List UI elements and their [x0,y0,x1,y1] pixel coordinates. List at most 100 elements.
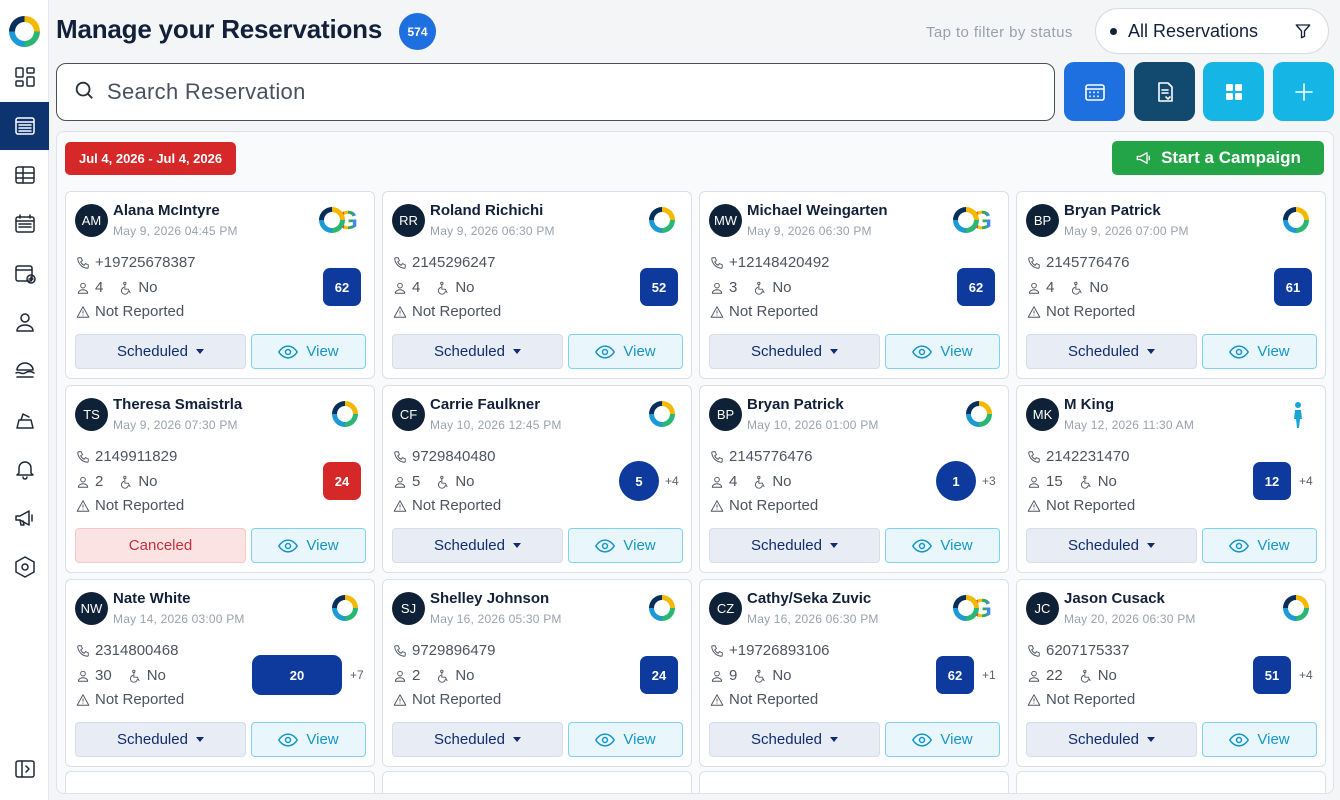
export-report-button[interactable] [1134,62,1195,121]
view-button[interactable]: View [568,334,683,369]
phone-row: 9729896479 [393,642,495,659]
extra-tables-count: +4 [1299,474,1313,488]
sidebar-item-campaigns[interactable] [0,494,49,542]
reservation-card[interactable]: NW Nate White May 14, 2026 03:00 PM 2314800… [65,579,375,767]
accessibility-value: No [772,667,792,684]
sidebar-item-notifications[interactable] [0,445,49,493]
avatar: CF [392,398,425,431]
view-button[interactable]: View [1202,722,1317,757]
guests-icon [394,282,406,294]
phone-icon [711,256,723,269]
warning-icon [393,693,407,706]
add-reservation-button[interactable] [1273,62,1334,121]
reservation-card[interactable]: RR Roland Richichi May 9, 2026 06:30 PM 214… [382,191,692,379]
reservation-card[interactable]: SJ Shelley Johnson May 16, 2026 05:30 PM 97… [382,579,692,767]
service-bell-icon [15,413,34,429]
card-peek [699,771,1009,793]
status-dropdown[interactable]: Scheduled [75,722,246,757]
calendar-view-button[interactable] [1064,62,1125,121]
view-button[interactable]: View [251,528,366,563]
reservation-card[interactable]: MK M King May 12, 2026 11:30 AM 2142231470 1… [1016,385,1326,573]
status-dropdown[interactable]: Scheduled [709,334,880,369]
status-dropdown[interactable]: Scheduled [709,722,880,757]
app-logo[interactable] [9,16,40,47]
sidebar-item-menu[interactable] [0,347,49,395]
sidebar-item-service[interactable] [0,396,49,444]
guest-count: 15 [1046,473,1063,490]
sidebar-item-tables[interactable] [0,151,49,199]
status-dropdown[interactable]: Scheduled [392,528,563,563]
warning-icon [710,499,724,512]
reservation-card[interactable]: BP Bryan Patrick May 10, 2026 01:00 PM 2145… [699,385,1009,573]
phone-row: +19725678387 [76,254,196,271]
table-number-badge: 20 [248,651,346,699]
status-dropdown[interactable]: Scheduled [392,334,563,369]
guests-icon [1028,670,1040,682]
reservation-datetime: May 16, 2026 06:30 PM [747,612,879,626]
party-row: 4 No [1027,279,1109,296]
phone-row: 2145776476 [710,448,812,465]
view-button[interactable]: View [1202,528,1317,563]
guest-name: Shelley Johnson [430,590,550,607]
table-grid-icon [14,166,35,184]
view-button[interactable]: View [885,334,1000,369]
guests-icon [1028,282,1040,294]
report-row: Not Reported [393,691,501,708]
accessibility-value: No [1097,667,1117,684]
accessibility-value: No [772,473,792,490]
sidebar-collapse-button[interactable] [0,745,49,793]
sidebar-item-guests[interactable] [0,298,49,346]
guest-count: 4 [412,279,421,296]
avatar: BP [709,398,742,431]
accessibility-value: No [455,279,475,296]
view-button[interactable]: View [568,722,683,757]
party-row: 2 No [76,473,158,490]
sidebar-item-add-event[interactable] [0,249,49,297]
reservation-card[interactable]: JC Jason Cusack May 20, 2026 06:30 PM 62071… [1016,579,1326,767]
status-dropdown[interactable]: Scheduled [709,528,880,563]
reservation-datetime: May 9, 2026 07:00 PM [1064,224,1189,238]
reservation-card[interactable]: MW Michael Weingarten May 9, 2026 06:30 PM… [699,191,1009,379]
search-input[interactable] [107,79,1007,105]
wheelchair-icon [1080,475,1091,489]
status-filter-dropdown[interactable]: All Reservations [1095,8,1329,54]
report-row: Not Reported [710,303,818,320]
view-button[interactable]: View [251,334,366,369]
reservation-card[interactable]: TS Theresa Smaistrla May 9, 2026 07:30 PM 2… [65,385,375,573]
view-button[interactable]: View [885,722,1000,757]
reservation-card[interactable]: BP Bryan Patrick May 9, 2026 07:00 PM 21457… [1016,191,1326,379]
reservations-list-icon [14,117,35,135]
app-source-icon [649,401,675,427]
status-dropdown[interactable]: Canceled [75,528,246,563]
view-button[interactable]: View [885,528,1000,563]
status-dropdown[interactable]: Scheduled [75,334,246,369]
reservation-datetime: May 9, 2026 04:45 PM [113,224,238,238]
warning-icon [1027,499,1041,512]
view-button[interactable]: View [1202,334,1317,369]
status-dropdown[interactable]: Scheduled [392,722,563,757]
guest-count: 3 [729,279,738,296]
grid-view-button[interactable] [1203,62,1264,121]
reservation-datetime: May 12, 2026 11:30 AM [1064,418,1195,432]
date-range-chip[interactable]: Jul 4, 2026 - Jul 4, 2026 [65,142,237,175]
party-row: 4 No [710,473,792,490]
sidebar-item-reservations[interactable] [0,102,49,150]
view-button[interactable]: View [568,528,683,563]
status-dropdown[interactable]: Scheduled [1026,722,1197,757]
reservation-card[interactable]: CZ Cathy/Seka Zuvic May 16, 2026 06:30 PM G… [699,579,1009,767]
status-dropdown[interactable]: Scheduled [1026,528,1197,563]
dashboard-icon [14,67,35,87]
view-label: View [940,537,973,554]
reservation-card[interactable]: AM Alana McIntyre May 9, 2026 04:45 PM G +19… [65,191,375,379]
status-dropdown[interactable]: Scheduled [1026,334,1197,369]
guest-count: 2 [95,473,104,490]
sidebar-item-calendar[interactable] [0,200,49,248]
user-icon [15,313,34,332]
sidebar-item-settings[interactable] [0,543,49,591]
reservation-card[interactable]: CF Carrie Faulkner May 10, 2026 12:45 PM 97… [382,385,692,573]
start-campaign-button[interactable]: Start a Campaign [1112,141,1324,175]
view-button[interactable]: View [251,722,366,757]
sidebar-item-dashboard[interactable] [0,53,49,101]
avatar: CZ [709,592,742,625]
view-label: View [940,731,973,748]
